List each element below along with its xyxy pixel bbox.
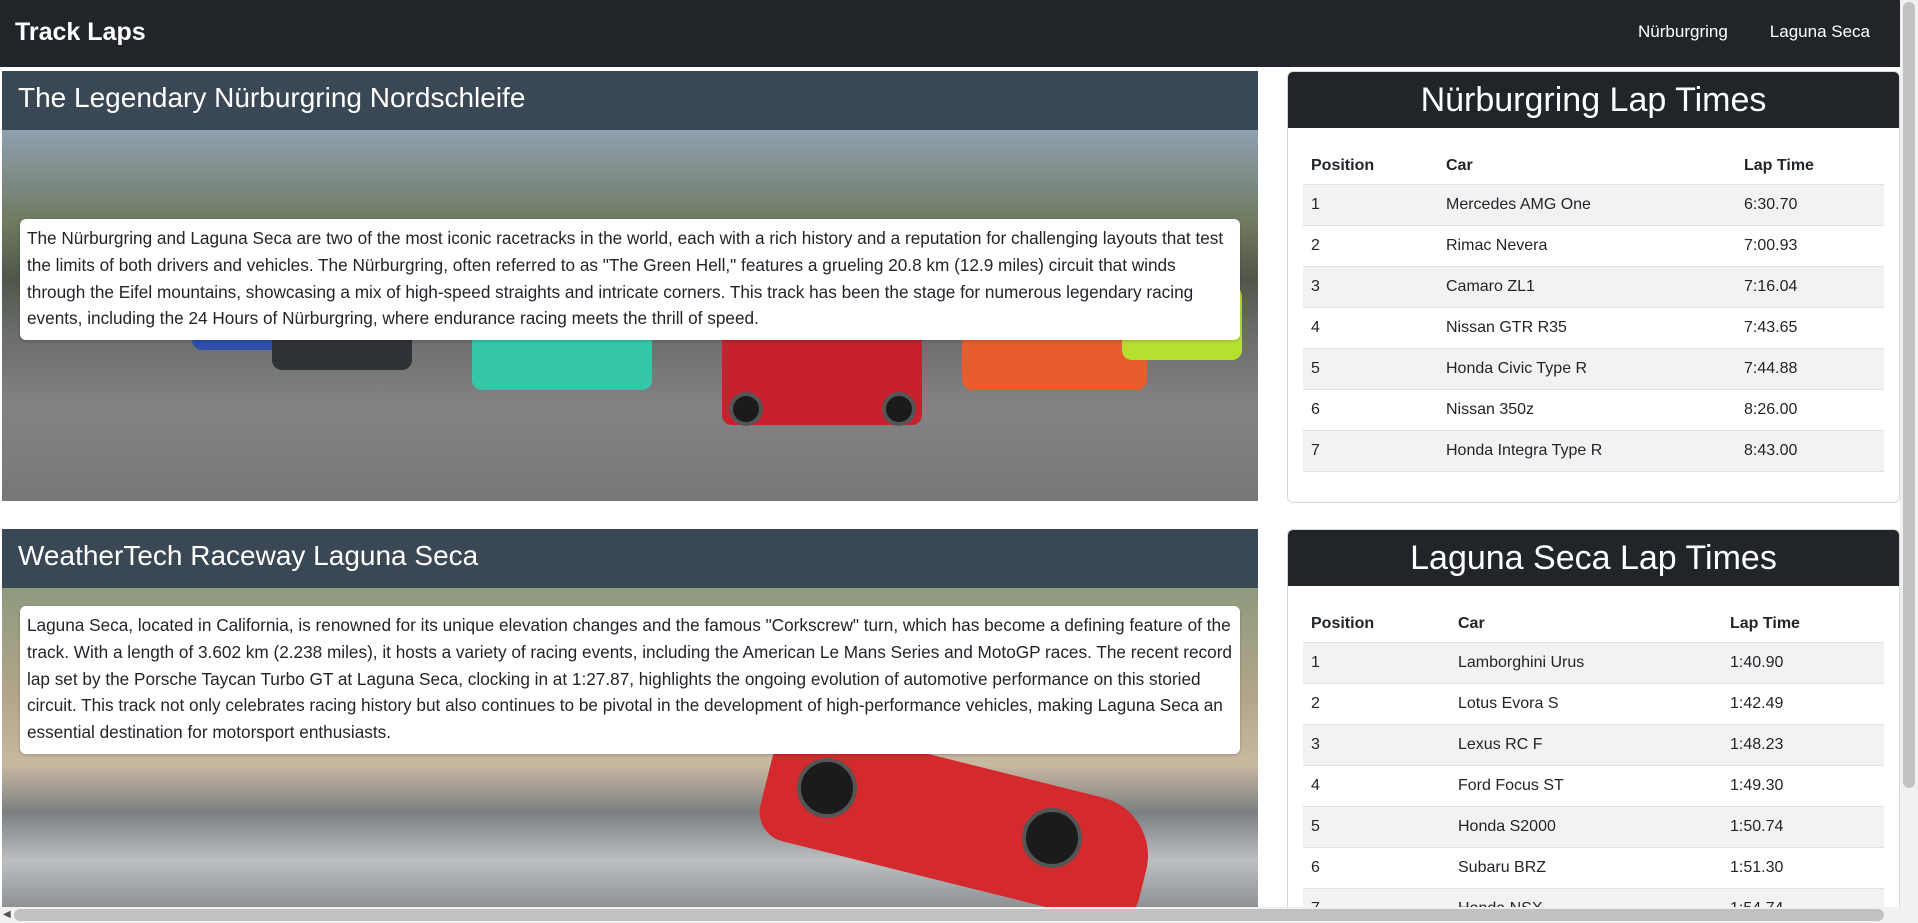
lap-times-table: Position Car Lap Time 1 Lamborghini Urus 1… [1303, 604, 1884, 922]
lap-time-cell: 7:00.93 [1736, 224, 1884, 266]
position-cell: 5 [1303, 805, 1450, 847]
position-cell: 1 [1303, 183, 1438, 225]
table-row: 5 Honda S2000 1:50.74 [1303, 805, 1884, 847]
car-cell: Subaru BRZ [1450, 846, 1722, 888]
horizontal-scroll-thumb[interactable] [14, 909, 1884, 921]
lap-time-cell: 1:48.23 [1722, 723, 1884, 765]
lap-time-cell: 7:16.04 [1736, 265, 1884, 307]
vertical-scrollbar[interactable] [1900, 0, 1918, 923]
lap-time-cell: 6:30.70 [1736, 183, 1884, 225]
track-card-title: The Legendary Nürburgring Nordschleife [2, 71, 1258, 130]
column-header-car: Car [1446, 156, 1473, 174]
lap-times-title: Nürburgring Lap Times [1288, 72, 1899, 128]
car-cell: Ford Focus ST [1450, 764, 1722, 806]
position-cell: 2 [1303, 682, 1450, 724]
table-row: 2 Rimac Nevera 7:00.93 [1303, 224, 1884, 266]
brand-logo[interactable]: Track Laps [15, 18, 146, 47]
table-row: 2 Lotus Evora S 1:42.49 [1303, 682, 1884, 724]
position-cell: 6 [1303, 388, 1438, 430]
car-cell: Lotus Evora S [1450, 682, 1722, 724]
car-cell: Nissan GTR R35 [1438, 306, 1736, 348]
table-header-row: Position Car Lap Time [1303, 146, 1884, 184]
column-header-lap-time: Lap Time [1744, 156, 1814, 174]
table-row: 7 Honda Integra Type R 8:43.00 [1303, 429, 1884, 472]
position-cell: 4 [1303, 306, 1438, 348]
position-cell: 7 [1303, 429, 1438, 472]
nurburgring-track-card: The Legendary Nürburgring Nordschleife T… [2, 71, 1258, 501]
laguna-seca-lap-times-card: Laguna Seca Lap Times Position Car Lap T… [1287, 529, 1900, 923]
vertical-scroll-thumb[interactable] [1903, 2, 1915, 788]
car-cell: Lexus RC F [1450, 723, 1722, 765]
table-row: 6 Nissan 350z 8:26.00 [1303, 388, 1884, 430]
position-cell: 5 [1303, 347, 1438, 389]
lap-time-cell: 8:43.00 [1736, 429, 1884, 472]
table-row: 4 Ford Focus ST 1:49.30 [1303, 764, 1884, 806]
table-row: 5 Honda Civic Type R 7:44.88 [1303, 347, 1884, 389]
lap-time-cell: 1:50.74 [1722, 805, 1884, 847]
nav-links: Nürburgring Laguna Seca [1638, 22, 1870, 42]
laguna-seca-photo: Laguna Seca, located in California, is r… [2, 588, 1258, 909]
nurburgring-photo: The Nürburgring and Laguna Seca are two … [2, 130, 1258, 501]
position-cell: 3 [1303, 723, 1450, 765]
nav-link-laguna-seca[interactable]: Laguna Seca [1770, 22, 1870, 42]
laguna-seca-track-card: WeatherTech Raceway Laguna Seca Laguna S… [2, 529, 1258, 909]
column-header-position: Position [1311, 614, 1375, 632]
table-row: 1 Lamborghini Urus 1:40.90 [1303, 641, 1884, 683]
nurburgring-lap-times-card: Nürburgring Lap Times Position Car Lap T… [1287, 71, 1900, 503]
car-cell: Rimac Nevera [1438, 224, 1736, 266]
lap-time-cell: 1:49.30 [1722, 764, 1884, 806]
track-card-title: WeatherTech Raceway Laguna Seca [2, 529, 1258, 588]
lap-times-title: Laguna Seca Lap Times [1288, 530, 1899, 586]
lap-times-table: Position Car Lap Time 1 Mercedes AMG One 6… [1303, 146, 1884, 472]
table-row: 4 Nissan GTR R35 7:43.65 [1303, 306, 1884, 348]
column-header-car: Car [1458, 614, 1485, 632]
position-cell: 3 [1303, 265, 1438, 307]
car-cell: Honda Integra Type R [1438, 429, 1736, 472]
car-cell: Honda S2000 [1450, 805, 1722, 847]
car-cell: Nissan 350z [1438, 388, 1736, 430]
column-header-position: Position [1311, 156, 1375, 174]
track-description: Laguna Seca, located in California, is r… [20, 606, 1240, 754]
lap-time-cell: 1:51.30 [1722, 846, 1884, 888]
lap-time-cell: 7:44.88 [1736, 347, 1884, 389]
table-row: 3 Lexus RC F 1:48.23 [1303, 723, 1884, 765]
lap-time-cell: 1:42.49 [1722, 682, 1884, 724]
car-cell: Lamborghini Urus [1450, 641, 1722, 683]
car-cell: Mercedes AMG One [1438, 183, 1736, 225]
position-cell: 4 [1303, 764, 1450, 806]
column-header-lap-time: Lap Time [1730, 614, 1800, 632]
scroll-left-arrow-icon[interactable]: ◀ [3, 909, 11, 920]
position-cell: 6 [1303, 846, 1450, 888]
table-header-row: Position Car Lap Time [1303, 604, 1884, 642]
car-cell: Honda Civic Type R [1438, 347, 1736, 389]
position-cell: 2 [1303, 224, 1438, 266]
table-row: 3 Camaro ZL1 7:16.04 [1303, 265, 1884, 307]
track-description: The Nürburgring and Laguna Seca are two … [20, 219, 1240, 341]
car-cell: Camaro ZL1 [1438, 265, 1736, 307]
position-cell: 1 [1303, 641, 1450, 683]
nav-link-nurburgring[interactable]: Nürburgring [1638, 22, 1728, 42]
lap-time-cell: 8:26.00 [1736, 388, 1884, 430]
lap-time-cell: 1:40.90 [1722, 641, 1884, 683]
top-navbar: Track Laps Nürburgring Laguna Seca [0, 0, 1900, 67]
table-row: 6 Subaru BRZ 1:51.30 [1303, 846, 1884, 888]
horizontal-scrollbar[interactable]: ◀ [0, 907, 1900, 923]
lap-time-cell: 7:43.65 [1736, 306, 1884, 348]
table-row: 1 Mercedes AMG One 6:30.70 [1303, 183, 1884, 225]
